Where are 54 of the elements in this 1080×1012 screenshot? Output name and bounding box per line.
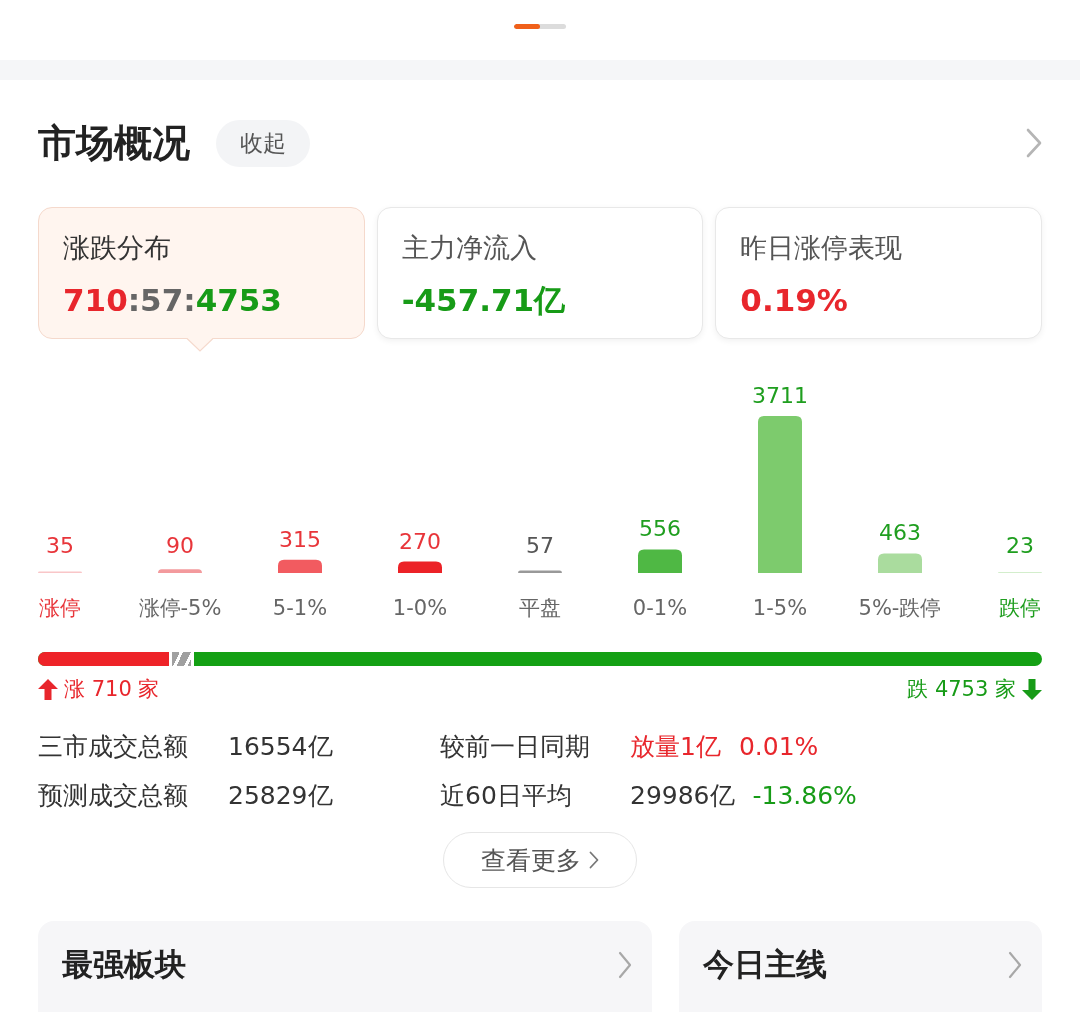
chevron-right-icon [618,950,632,979]
section-title: 市场概况 [38,119,190,167]
section-card-title: 最强板块 [62,944,186,984]
card-value: 710:57:4753 [63,281,283,320]
collapse-button[interactable]: 收起 [216,119,310,167]
card-value: -457.71亿 [401,281,567,320]
down-arrow-icon [1022,678,1042,700]
stat-label: 三市成交总额 [38,730,189,763]
stat-value: 0.01% [738,731,819,761]
stat-value: 16554亿 [228,730,333,763]
stat-label: 预测成交总额 [38,779,189,812]
bar-value-label: 35 [46,533,74,558]
chevron-right-icon [589,851,599,869]
category-label: 5%-跌停 [858,596,942,620]
up-arrow-icon [38,678,58,700]
section-card[interactable]: 最强板块 [38,921,652,1012]
decliners-label: 跌 4753 家 [907,676,1016,703]
stat-value: -13.86% [752,780,857,810]
chevron-right-icon[interactable] [1026,128,1042,158]
card-title: 主力净流入 [401,231,538,265]
bar-value-label: 90 [166,533,194,558]
section-card-title: 今日主线 [703,944,827,984]
bar-value-label: 23 [1006,533,1034,558]
stat-value: 放量1亿 [630,730,721,763]
view-more-button[interactable]: 查看更多 [443,832,637,888]
bar-value-label: 57 [526,533,554,558]
bar-value-label: 315 [279,526,321,552]
category-label: 涨停-5% [138,596,222,620]
card-value: 0.19% [740,281,849,320]
category-label: 平盘 [519,596,561,620]
bar-value-label: 556 [639,516,681,542]
scroll-indicator [514,24,566,29]
stat-label: 较前一日同期 [440,730,591,763]
category-label: 1-0% [392,596,448,620]
advancers-label: 涨 710 家 [64,676,160,703]
card-title: 涨跌分布 [63,231,172,265]
stat-label: 近60日平均 [440,779,573,812]
category-label: 跌停 [999,596,1041,620]
section-card[interactable]: 今日主线 [679,921,1042,1012]
category-label: 1-5% [752,596,808,620]
category-label: 5-1% [272,596,328,620]
card-title: 昨日涨停表现 [740,231,904,265]
pointer-tail [186,338,214,352]
bar-value-label: 270 [399,528,441,554]
metric-card[interactable]: 昨日涨停表现 0.19% [715,207,1042,339]
bar-value-label: 3711 [752,383,808,408]
bar-value-label: 463 [879,520,921,546]
category-label: 0-1% [632,596,688,620]
metric-card[interactable]: 主力净流入 -457.71亿 [376,207,704,339]
category-label: 涨停 [39,596,81,620]
stat-value: 25829亿 [228,779,333,812]
stat-value: 29986亿 [630,779,735,812]
metric-card[interactable]: 涨跌分布 710:57:4753 [38,207,365,339]
chevron-right-icon [1008,950,1022,979]
